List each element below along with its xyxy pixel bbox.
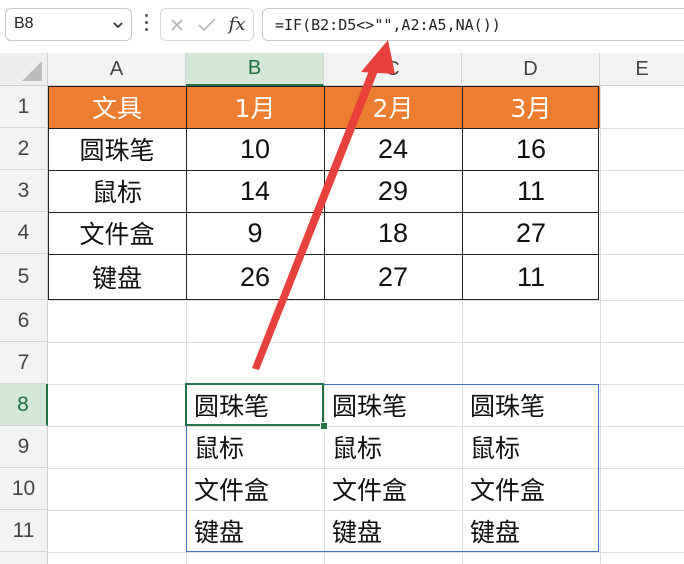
select-all-icon bbox=[22, 61, 42, 81]
header-cell-feb[interactable]: 2月 bbox=[324, 86, 462, 128]
table-cell[interactable]: 24 bbox=[324, 128, 462, 170]
table-border-line bbox=[48, 170, 599, 171]
table-cell[interactable]: 16 bbox=[462, 128, 600, 170]
spill-cell[interactable]: 圆珠笔 bbox=[186, 384, 324, 426]
row-header-5[interactable]: 5 bbox=[0, 254, 48, 300]
table-cell[interactable]: 10 bbox=[186, 128, 324, 170]
gridline bbox=[48, 342, 684, 343]
row-header-3[interactable]: 3 bbox=[0, 170, 48, 212]
table-cell[interactable]: 27 bbox=[324, 254, 462, 300]
row-header-6[interactable]: 6 bbox=[0, 300, 48, 342]
table-cell[interactable]: 26 bbox=[186, 254, 324, 300]
header-cell-item[interactable]: 文具 bbox=[48, 86, 186, 128]
row-header-9[interactable]: 9 bbox=[0, 426, 48, 468]
header-cell-mar[interactable]: 3月 bbox=[462, 86, 600, 128]
fx-icon: fx bbox=[228, 14, 246, 35]
row-header-1[interactable]: 1 bbox=[0, 86, 48, 128]
formula-bar: B8 fx =IF(B2:D5<>"",A2:A5,NA()) bbox=[0, 0, 684, 52]
column-header-a[interactable]: A bbox=[48, 53, 186, 86]
table-cell[interactable]: 27 bbox=[462, 212, 600, 254]
table-cell[interactable]: 圆珠笔 bbox=[48, 128, 186, 170]
table-border-line bbox=[462, 86, 463, 300]
table-cell[interactable]: 9 bbox=[186, 212, 324, 254]
insert-function-button[interactable]: fx bbox=[223, 9, 251, 40]
column-header-d[interactable]: D bbox=[462, 53, 600, 86]
column-header-c[interactable]: C bbox=[324, 53, 462, 86]
spill-cell[interactable]: 圆珠笔 bbox=[462, 384, 600, 426]
formula-actions: fx bbox=[160, 8, 254, 41]
name-box[interactable]: B8 bbox=[5, 8, 132, 41]
table-cell[interactable]: 11 bbox=[462, 254, 600, 300]
table-cell[interactable]: 14 bbox=[186, 170, 324, 212]
row-header-7[interactable]: 7 bbox=[0, 342, 48, 384]
spill-cell[interactable]: 键盘 bbox=[324, 510, 462, 552]
spill-cell[interactable]: 鼠标 bbox=[462, 426, 600, 468]
select-all-button[interactable] bbox=[0, 53, 48, 86]
formula-text: =IF(B2:D5<>"",A2:A5,NA()) bbox=[275, 16, 501, 34]
spill-cell[interactable]: 鼠标 bbox=[186, 426, 324, 468]
row-header-2[interactable]: 2 bbox=[0, 128, 48, 170]
column-header-b[interactable]: B bbox=[186, 53, 324, 86]
gridline bbox=[48, 552, 684, 553]
table-cell[interactable]: 鼠标 bbox=[48, 170, 186, 212]
spill-cell[interactable]: 文件盒 bbox=[462, 468, 600, 510]
table-cell[interactable]: 18 bbox=[324, 212, 462, 254]
spill-cell[interactable]: 圆珠笔 bbox=[324, 384, 462, 426]
gridline bbox=[600, 86, 601, 564]
table-cell[interactable]: 29 bbox=[324, 170, 462, 212]
spill-cell[interactable]: 键盘 bbox=[186, 510, 324, 552]
enter-check-icon[interactable] bbox=[193, 9, 221, 40]
formula-input[interactable]: =IF(B2:D5<>"",A2:A5,NA()) bbox=[262, 8, 684, 41]
table-border-line bbox=[186, 86, 187, 300]
table-cell[interactable]: 文件盒 bbox=[48, 212, 186, 254]
fill-handle[interactable] bbox=[320, 422, 328, 430]
table-border-line bbox=[324, 86, 325, 300]
row-header-4[interactable]: 4 bbox=[0, 212, 48, 254]
row-header-partial[interactable] bbox=[0, 552, 48, 564]
spreadsheet-grid: A B C D E 1 2 3 4 5 6 7 8 9 10 11 文具 1月 … bbox=[0, 53, 684, 564]
row-header-8[interactable]: 8 bbox=[0, 384, 48, 426]
table-cell[interactable]: 11 bbox=[462, 170, 600, 212]
table-cell[interactable]: 键盘 bbox=[48, 254, 186, 300]
row-header-11[interactable]: 11 bbox=[0, 510, 48, 552]
gridline bbox=[48, 300, 684, 301]
spill-cell[interactable]: 文件盒 bbox=[186, 468, 324, 510]
table-border-line bbox=[48, 128, 599, 129]
row-header-10[interactable]: 10 bbox=[0, 468, 48, 510]
name-box-value: B8 bbox=[14, 15, 34, 32]
header-cell-jan[interactable]: 1月 bbox=[186, 86, 324, 128]
cancel-icon[interactable] bbox=[163, 9, 191, 40]
spill-cell[interactable]: 键盘 bbox=[462, 510, 600, 552]
table-border-line bbox=[48, 212, 599, 213]
column-header-e[interactable]: E bbox=[600, 53, 684, 86]
table-border-line bbox=[48, 254, 599, 255]
chevron-down-icon[interactable] bbox=[112, 19, 124, 31]
more-options-icon[interactable] bbox=[141, 10, 151, 40]
spill-cell[interactable]: 鼠标 bbox=[324, 426, 462, 468]
spill-cell[interactable]: 文件盒 bbox=[324, 468, 462, 510]
